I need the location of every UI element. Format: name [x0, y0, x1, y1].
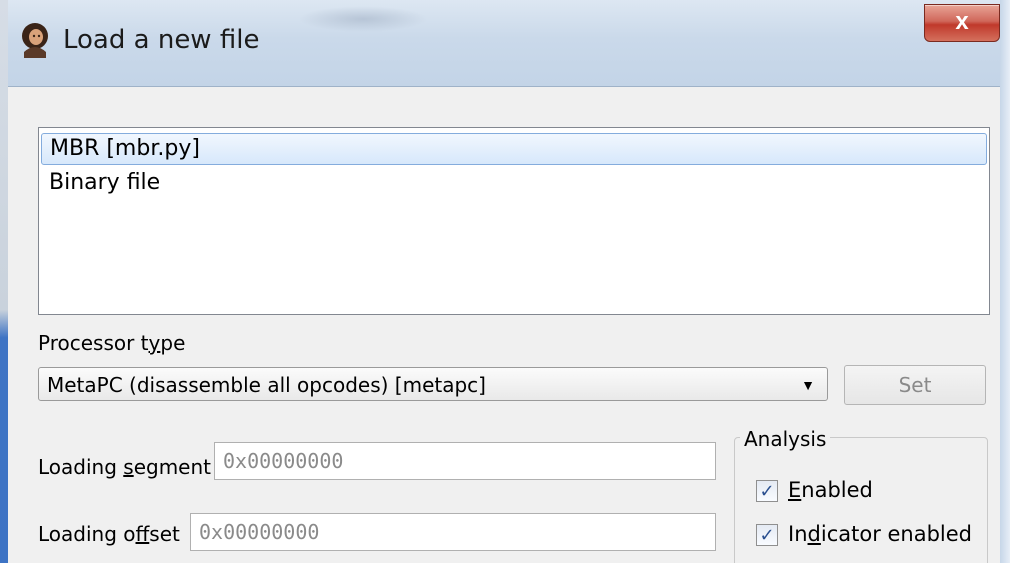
processor-type-value: MetaPC (disassemble all opcodes) [metapc… [47, 373, 486, 397]
loading-segment-input[interactable]: 0x00000000 [214, 442, 716, 480]
chevron-down-icon: ▼ [801, 377, 815, 393]
dialog-body: MBR [mbr.py] Binary file Processor type … [8, 87, 1000, 563]
enabled-label[interactable]: Enabled [788, 478, 873, 502]
indicator-enabled-checkbox[interactable]: ✓ [756, 524, 778, 546]
list-item[interactable]: Binary file [41, 167, 987, 199]
enabled-checkbox[interactable]: ✓ [756, 480, 778, 502]
load-file-dialog: Load a new file x MBR [mbr.py] Binary fi… [0, 0, 1010, 563]
list-item[interactable]: MBR [mbr.py] [41, 133, 987, 165]
window-frame-right [1000, 0, 1010, 563]
loading-segment-label: Loading segment [38, 455, 211, 479]
loading-offset-input[interactable]: 0x00000000 [190, 513, 716, 551]
window-title: Load a new file [63, 25, 260, 55]
processor-type-label: Processor type [38, 331, 186, 355]
desktop-edge [0, 0, 8, 563]
processor-type-dropdown[interactable]: MetaPC (disassemble all opcodes) [metapc… [38, 367, 828, 401]
analysis-title: Analysis [740, 427, 831, 451]
title-bar[interactable]: Load a new file x [8, 0, 1000, 87]
loading-offset-label: Loading offset [38, 522, 180, 546]
ida-portrait-icon [18, 22, 52, 58]
close-button[interactable]: x [924, 4, 1000, 42]
loader-list[interactable]: MBR [mbr.py] Binary file [38, 127, 990, 315]
set-button[interactable]: Set [844, 365, 986, 405]
indicator-enabled-label[interactable]: Indicator enabled [788, 522, 972, 546]
